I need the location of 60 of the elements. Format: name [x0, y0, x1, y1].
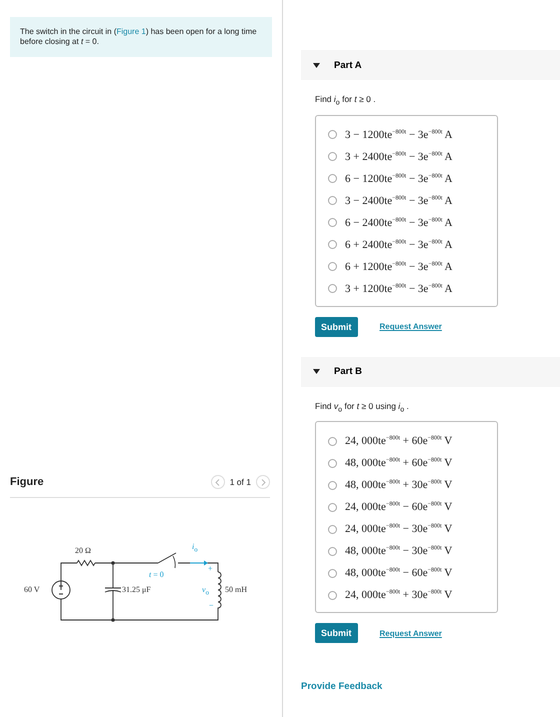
- radio-button[interactable]: [328, 196, 337, 206]
- option-expression: 24, 000te$^{−800t}$ + 60e$^{−800t}$ V: [345, 435, 452, 448]
- radio-button[interactable]: [328, 284, 337, 294]
- current-label: i$_{o}$: [192, 542, 198, 554]
- option-expression: 6 + 1200te$^{−800t}$ − 3e$^{−800t}$ A: [345, 260, 452, 273]
- radio-button[interactable]: [328, 262, 337, 272]
- option-expression: 3 − 2400te$^{−800t}$ − 3e$^{−800t}$ A: [345, 194, 452, 207]
- figure-title: Figure: [10, 476, 45, 488]
- figure-pager: 1 of 1: [230, 477, 251, 487]
- provide-feedback-link[interactable]: Provide Feedback: [301, 681, 560, 692]
- radio-button[interactable]: [328, 502, 337, 512]
- submit-button[interactable]: Submit: [315, 623, 358, 644]
- caret-icon: [313, 369, 320, 374]
- option-expression: 24, 000te$^{−800t}$ − 60e$^{−800t}$ V: [345, 501, 452, 514]
- inductor-label: 50 mH: [225, 585, 247, 594]
- option-expression: 48, 000te$^{−800t}$ − 60e$^{−800t}$ V: [345, 567, 452, 580]
- chevron-left-icon: [215, 478, 220, 486]
- radio-button[interactable]: [328, 130, 337, 140]
- radio-button[interactable]: [328, 480, 337, 490]
- part-header[interactable]: Part B: [301, 356, 560, 387]
- problem-text: The switch in the circuit in (Figure 1) has been open for a long time before closing at t = 0.: [10, 17, 272, 57]
- option-expression: 3 + 1200te$^{−800t}$ − 3e$^{−800t}$ A: [345, 282, 452, 295]
- radio-button[interactable]: [328, 218, 337, 228]
- option-expression: 3 − 1200te$^{−800t}$ − 3e$^{−800t}$ A: [345, 128, 452, 141]
- radio-button[interactable]: [328, 240, 337, 250]
- radio-button[interactable]: [328, 458, 337, 468]
- caret-icon: [313, 62, 320, 68]
- option-expression: 24, 000te$^{−800t}$ + 30e$^{−800t}$ V: [345, 589, 452, 602]
- radio-button[interactable]: [328, 568, 337, 578]
- chevron-right-icon: [260, 478, 266, 486]
- submit-button[interactable]: Submit: [315, 316, 358, 337]
- radio-button[interactable]: [328, 524, 337, 534]
- radio-button[interactable]: [328, 546, 337, 556]
- radio-button[interactable]: [328, 174, 337, 184]
- radio-button[interactable]: [328, 436, 337, 446]
- plus-label: +: [208, 564, 213, 573]
- radio-button[interactable]: [328, 590, 337, 600]
- question-prompt: Find i$_{o}$ for t ≥ 0 .: [315, 94, 377, 107]
- option-expression: 6 − 2400te$^{−800t}$ − 3e$^{−800t}$ A: [345, 216, 452, 229]
- option-expression: 48, 000te$^{−800t}$ + 30e$^{−800t}$ V: [345, 479, 452, 492]
- next-button[interactable]: [256, 475, 270, 489]
- option-expression: 48, 000te$^{−800t}$ + 60e$^{−800t}$ V: [345, 457, 452, 470]
- source-label: 60 V: [24, 585, 40, 594]
- figure-link[interactable]: Figure 1: [116, 27, 146, 36]
- switch-label: t = 0: [149, 570, 164, 579]
- option-expression: 6 − 1200te$^{−800t}$ − 3e$^{−800t}$ A: [345, 172, 452, 185]
- option-expression: 48, 000te$^{−800t}$ − 30e$^{−800t}$ V: [345, 545, 452, 558]
- request-answer-link[interactable]: Request Answer: [380, 628, 442, 638]
- part-header[interactable]: Part A: [301, 50, 560, 80]
- radio-button[interactable]: [328, 152, 337, 162]
- option-expression: 24, 000te$^{−800t}$ − 30e$^{−800t}$ V: [345, 523, 452, 536]
- voltage-label: v$_{o}$: [202, 585, 209, 597]
- previous-button[interactable]: [210, 475, 225, 489]
- resistor-label: 20 Ω: [75, 546, 91, 555]
- option-expression: 6 + 2400te$^{−800t}$ − 3e$^{−800t}$ A: [345, 238, 452, 251]
- option-expression: 3 + 2400te$^{−800t}$ − 3e$^{−800t}$ A: [345, 150, 452, 163]
- minus-label: −: [209, 601, 214, 610]
- question-prompt: Find v$_{o}$ for t ≥ 0 using i$_{o}$ .: [315, 400, 410, 414]
- request-answer-link[interactable]: Request Answer: [380, 322, 442, 332]
- capacitor-label: 31.25 μF: [122, 585, 151, 594]
